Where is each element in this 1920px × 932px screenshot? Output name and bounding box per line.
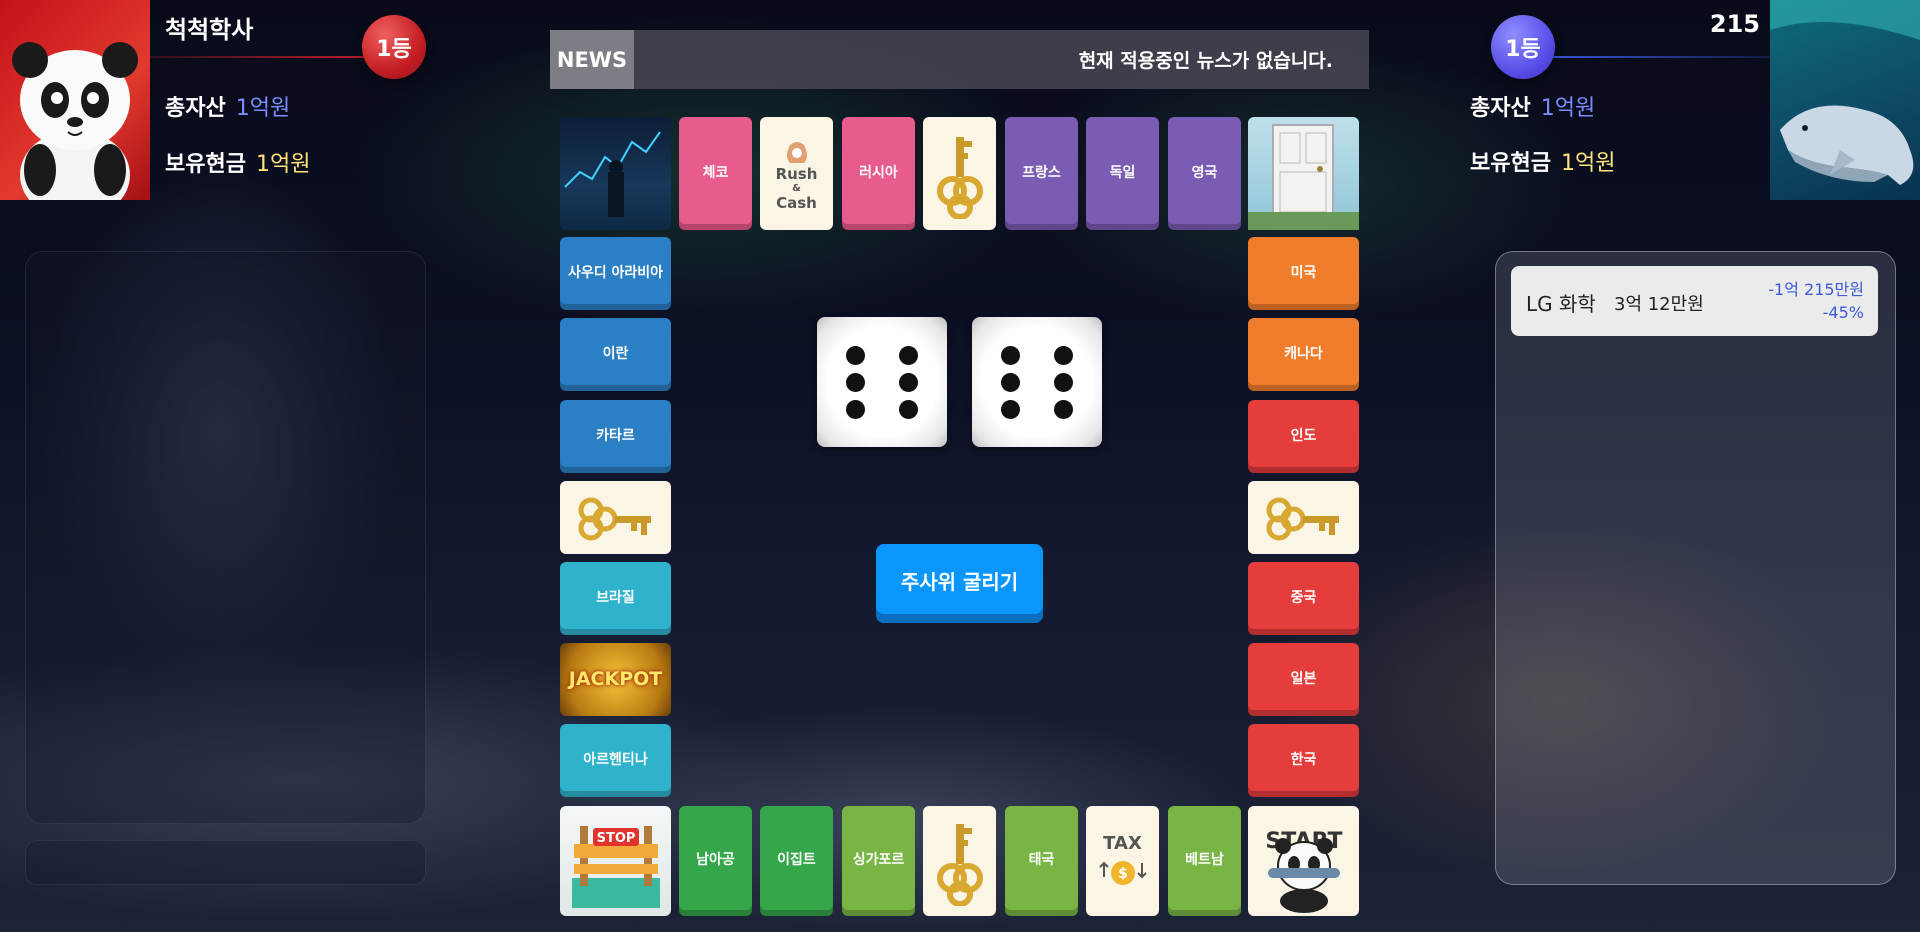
die-pip [846, 346, 865, 365]
tile-egypt[interactable]: 이집트 [760, 806, 833, 916]
stop-barrier-icon: STOP [572, 826, 660, 908]
corner-stock-market[interactable] [560, 117, 671, 230]
tax-text: TAX [1103, 832, 1142, 854]
die-pip [899, 346, 918, 365]
die-pip [899, 400, 918, 419]
die-pip [1054, 346, 1073, 365]
tile-tax[interactable]: TAX $ [1086, 806, 1159, 916]
tile-singapore[interactable]: 싱가포르 [842, 806, 915, 916]
left-player-panel [25, 251, 426, 824]
panda-start-icon: START [1265, 829, 1343, 913]
left-player-name-underline [150, 56, 390, 58]
money-bag-icon [786, 141, 807, 163]
die-pip [899, 373, 918, 392]
tile-key-right[interactable] [1248, 481, 1359, 554]
tile-korea[interactable]: 한국 [1248, 724, 1359, 797]
tile-india[interactable]: 인도 [1248, 400, 1359, 473]
corner-start[interactable]: START [1248, 806, 1359, 916]
die-pip [846, 400, 865, 419]
tile-south-africa[interactable]: 남아공 [679, 806, 752, 916]
stock-change: -1억 215만원 [1768, 280, 1864, 299]
tile-rush-cash[interactable]: Rush & Cash [760, 117, 833, 230]
stock-holding-card[interactable]: LG 화학 3억 12만원 -1억 215만원 -45% [1511, 266, 1878, 336]
die-pip [846, 373, 865, 392]
left-total-assets-label: 총자산 [165, 96, 226, 121]
tile-germany[interactable]: 독일 [1086, 117, 1159, 230]
right-player-panel [1495, 251, 1896, 885]
rush-text: Rush [775, 164, 818, 183]
tile-france[interactable]: 프랑스 [1005, 117, 1078, 230]
tile-russia[interactable]: 러시아 [842, 117, 915, 230]
stock-amount: 3억 12만원 [1614, 294, 1704, 315]
tile-japan[interactable]: 일본 [1248, 643, 1359, 716]
cash-text: Cash [776, 193, 817, 212]
left-player-avatar [0, 0, 150, 200]
left-total-assets-value: 1억원 [235, 96, 291, 121]
golden-key-icon [936, 136, 983, 219]
svg-text:$: $ [1118, 866, 1128, 882]
tile-jackpot[interactable]: JACKPOT [560, 643, 671, 716]
tile-key-top[interactable] [923, 117, 996, 230]
panda-icon [12, 42, 138, 200]
left-cash-label: 보유현금 [165, 152, 246, 177]
door-icon [1248, 124, 1359, 230]
left-player-name: 척척학사 [165, 16, 254, 44]
golden-key-icon [578, 497, 651, 540]
tile-key-left[interactable] [560, 481, 671, 554]
tile-usa[interactable]: 미국 [1248, 237, 1359, 310]
right-player-rank-badge: 1등 [1491, 15, 1555, 79]
news-label: NEWS [550, 30, 634, 89]
tile-saudi-arabia[interactable]: 사우디 아라비아 [560, 237, 671, 310]
tile-argentina[interactable]: 아르헨티나 [560, 724, 671, 797]
tile-iran[interactable]: 이란 [560, 318, 671, 391]
tile-key-bottom[interactable] [923, 806, 996, 916]
left-player-rank-badge: 1등 [362, 15, 426, 79]
die-left [817, 317, 947, 447]
right-cash-value: 1억원 [1560, 151, 1616, 176]
right-total-assets-label: 총자산 [1470, 96, 1531, 121]
tile-uk[interactable]: 영국 [1168, 117, 1241, 230]
stock-change-percent: -45% [1822, 303, 1864, 322]
die-pip [1054, 400, 1073, 419]
golden-key-icon [1266, 497, 1339, 540]
die-right [972, 317, 1102, 447]
left-total-assets: 총자산 1억원 [165, 90, 290, 122]
die-pip [1001, 346, 1020, 365]
die-pip [1054, 373, 1073, 392]
tile-brazil[interactable]: 브라질 [560, 562, 671, 635]
left-player-footer-panel [25, 840, 426, 885]
right-total-assets: 총자산 1억원 [1470, 90, 1595, 122]
golden-key-icon [936, 824, 983, 906]
tile-qatar[interactable]: 카타르 [560, 400, 671, 473]
roll-dice-button[interactable]: 주사위 굴리기 [876, 544, 1043, 623]
tile-china[interactable]: 중국 [1248, 562, 1359, 635]
die-pip [1001, 373, 1020, 392]
tile-vietnam[interactable]: 베트남 [1168, 806, 1241, 916]
right-total-assets-value: 1억원 [1540, 96, 1596, 121]
right-cash-label: 보유현금 [1470, 151, 1551, 176]
jackpot-text: JACKPOT [568, 667, 663, 690]
news-bar: NEWS 현재 적용중인 뉴스가 없습니다. [550, 30, 1369, 89]
tile-czech[interactable]: 체코 [679, 117, 752, 230]
stop-text: STOP [597, 831, 636, 846]
right-player-name-underline [1530, 56, 1770, 58]
tax-coin-icon: $ [1098, 861, 1147, 886]
ampersand-text: & [792, 182, 801, 194]
whale-icon [1770, 0, 1920, 185]
stock-name: LG 화학 [1526, 292, 1596, 316]
right-cash: 보유현금 1억원 [1470, 145, 1615, 177]
stock-chart-icon [564, 131, 661, 217]
right-player-avatar [1770, 0, 1920, 200]
left-cash: 보유현금 1억원 [165, 146, 310, 178]
right-player-score: 215 [1709, 10, 1760, 38]
tile-thailand[interactable]: 태국 [1005, 806, 1078, 916]
tile-canada[interactable]: 캐나다 [1248, 318, 1359, 391]
corner-stop[interactable]: STOP [560, 806, 671, 916]
corner-door[interactable] [1248, 117, 1359, 230]
die-pip [1001, 400, 1020, 419]
news-text: 현재 적용중인 뉴스가 없습니다. [1078, 50, 1333, 72]
left-cash-value: 1억원 [255, 152, 311, 177]
